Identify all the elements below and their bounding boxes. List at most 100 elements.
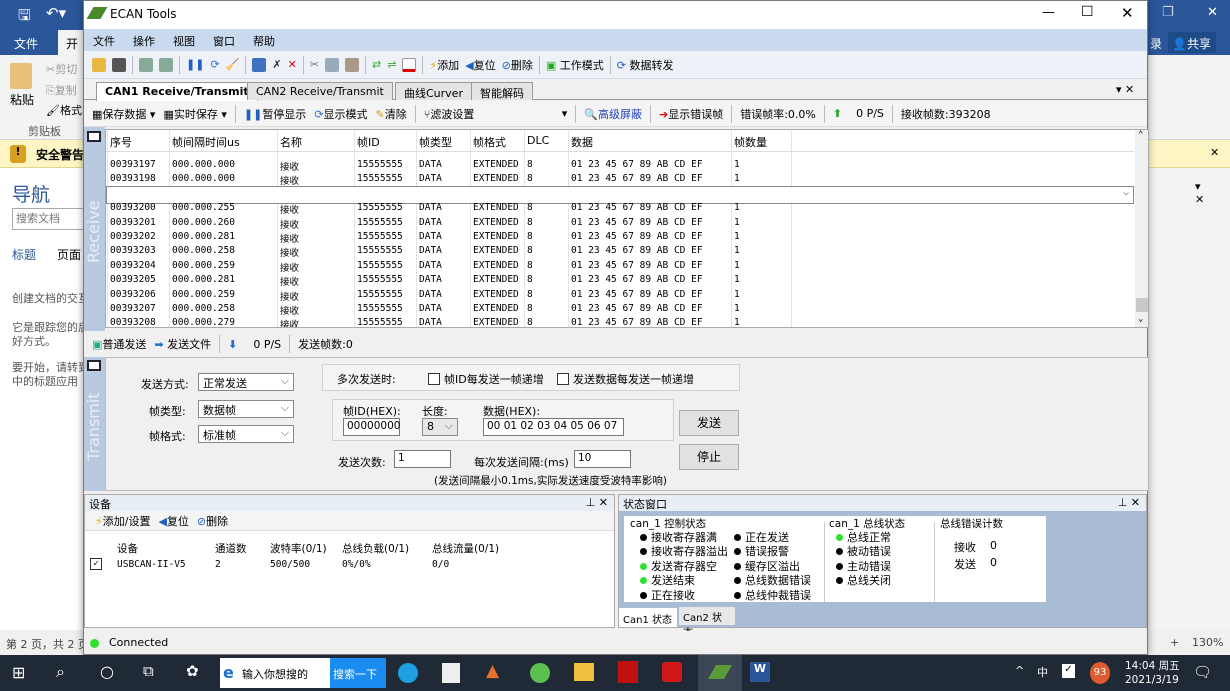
pause-icon[interactable]: ❚❚ xyxy=(186,58,204,71)
close-warning-icon[interactable]: ✕ xyxy=(1210,146,1219,159)
menu-operate[interactable]: 操作 xyxy=(124,29,164,49)
swap-icon[interactable]: ⇄ xyxy=(372,58,381,71)
taskbar-search-input[interactable]: e 输入你想搜的 xyxy=(220,658,330,688)
start-icon[interactable]: ⊞ xyxy=(12,663,25,682)
tab-partial[interactable]: 录 xyxy=(1150,35,1162,52)
display-mode-button[interactable]: ⟳显示模式 xyxy=(314,106,367,122)
delete-button[interactable]: ⊘删除 xyxy=(502,57,533,73)
close-button[interactable]: ✕ xyxy=(1121,4,1134,22)
app-icon[interactable]: ✿ xyxy=(186,662,199,680)
menu-window[interactable]: 窗口 xyxy=(204,29,244,49)
send-file-button[interactable]: ➡ 发送文件 xyxy=(154,336,211,352)
pane-controls[interactable]: ▾ ✕ xyxy=(1195,180,1204,206)
tools-icon[interactable]: ✗ xyxy=(272,58,281,71)
usb-icon[interactable]: ⇌ xyxy=(387,58,396,71)
table-row[interactable]: 00393203 000.000.258 接收 15555555 DATA EXTENDE… xyxy=(106,243,1134,259)
device-close-icon[interactable] xyxy=(159,57,173,72)
ecan-taskbar-icon[interactable] xyxy=(698,655,742,691)
filter-settings-button[interactable]: ⑂滤波设置 xyxy=(424,106,554,122)
nav-tab-headings[interactable]: 标题 xyxy=(12,246,36,263)
tray-expand-icon[interactable]: ^ xyxy=(1015,664,1024,677)
frame-id-input[interactable]: 00000000 xyxy=(343,418,400,436)
app-green-icon[interactable] xyxy=(530,663,550,683)
data-hex-input[interactable]: 00 01 02 03 04 05 06 07 xyxy=(483,418,624,436)
pdf-icon[interactable] xyxy=(618,661,638,683)
maximize-button[interactable]: ☐ xyxy=(1081,4,1094,20)
menu-view[interactable]: 视图 xyxy=(164,29,204,49)
paste-button[interactable]: 粘贴 xyxy=(10,91,34,108)
menu-help[interactable]: 帮助 xyxy=(244,29,284,49)
pin-close-icons[interactable]: ⊥ ✕ xyxy=(586,496,608,509)
device-icon[interactable] xyxy=(139,57,153,72)
data-increment-checkbox[interactable]: 发送数据每发送一帧递增 xyxy=(557,371,694,387)
scroll-thumb[interactable] xyxy=(1136,298,1148,312)
reset-button[interactable]: ◀复位 xyxy=(465,57,495,73)
clear-button[interactable]: ✎清除 xyxy=(376,106,407,122)
matlab-icon[interactable]: ▲ xyxy=(486,661,499,681)
column-header[interactable]: DLC xyxy=(527,134,549,147)
copy-icon[interactable] xyxy=(325,57,340,72)
restore-icon[interactable]: ❐ xyxy=(1162,5,1174,20)
column-header[interactable]: 帧格式 xyxy=(473,134,506,150)
cortana-icon[interactable]: ○ xyxy=(100,662,114,681)
frame-type-select[interactable]: 数据帧 xyxy=(198,400,294,418)
store-icon[interactable] xyxy=(442,663,460,683)
taskbar-search-button[interactable]: 搜索一下 xyxy=(330,658,386,688)
save-icon[interactable]: 🖫 xyxy=(18,5,31,30)
column-header[interactable]: 帧ID xyxy=(357,134,380,150)
paste-icon[interactable] xyxy=(345,57,360,72)
word-icon[interactable]: W xyxy=(750,662,770,682)
tray-badge[interactable]: 93 xyxy=(1090,662,1110,684)
tab-curve[interactable]: 曲线Curver xyxy=(395,82,472,100)
device-row[interactable]: ✓ USBCAN-II-V5 2 500/500 0%/0% 0/0 xyxy=(85,557,614,573)
show-error-frames-button[interactable]: ➔显示错误帧 xyxy=(659,106,723,122)
tab-can2[interactable]: CAN2 Receive/Transmit xyxy=(247,82,393,100)
explorer-icon[interactable] xyxy=(574,663,594,681)
close-icon[interactable]: ✕ xyxy=(1207,5,1218,20)
tab-menu-icon[interactable]: ▾ ✕ xyxy=(1116,83,1134,96)
cut-icon[interactable]: ✂ xyxy=(310,58,319,71)
table-row[interactable]: 00393200 000.000.255 接收 15555555 DATA EXTENDE… xyxy=(106,200,1134,216)
tab-file[interactable]: 文件 xyxy=(14,35,38,52)
send-button[interactable]: 发送 xyxy=(679,410,739,436)
scroll-down-icon[interactable]: ⌄ xyxy=(1138,314,1143,324)
table-row[interactable]: 00393207 000.000.258 接收 15555555 DATA EXTENDE… xyxy=(106,301,1134,317)
work-mode-button[interactable]: ▣ 工作模式 xyxy=(546,57,604,73)
advanced-mask-button[interactable]: 🔍高级屏蔽 xyxy=(584,106,642,122)
table-row[interactable]: 00393201 000.000.260 接收 15555555 DATA EXTENDE… xyxy=(106,215,1134,231)
column-header[interactable]: 帧数量 xyxy=(734,134,767,150)
table-row[interactable]: 00393208 000.000.279 接收 15555555 DATA EXTENDE… xyxy=(106,315,1134,327)
pause-display-button[interactable]: ❚❚暂停显示 xyxy=(244,106,306,122)
save-icon[interactable] xyxy=(112,57,126,72)
edge-icon[interactable] xyxy=(398,663,418,683)
vertical-scrollbar[interactable]: ⌃ ⌄ xyxy=(1135,130,1148,327)
frame-format-select[interactable]: 标准帧 xyxy=(198,425,294,443)
add-button[interactable]: ⚡添加 xyxy=(429,57,459,73)
ime-indicator[interactable]: 中 xyxy=(1037,664,1048,680)
paste-icon[interactable] xyxy=(10,63,32,89)
scroll-up-icon[interactable]: ⌃ xyxy=(1138,130,1143,140)
device-reset-button[interactable]: ◀复位 xyxy=(158,513,188,529)
format-painter-button[interactable]: 🖌格式 xyxy=(46,102,82,118)
column-header[interactable]: 名称 xyxy=(280,134,302,150)
task-view-icon[interactable]: ⧉ xyxy=(143,662,154,680)
open-icon[interactable] xyxy=(92,57,106,72)
notification-icon[interactable]: 🗨 xyxy=(1193,663,1212,681)
table-row[interactable]: 00393198 000.000.000 接收 15555555 DATA EXTENDE… xyxy=(106,171,1134,187)
undo-icon[interactable]: ↶▾ xyxy=(46,4,66,22)
table-row[interactable]: 00393202 000.000.281 接收 15555555 DATA EXTENDE… xyxy=(106,229,1134,245)
cut-button[interactable]: ✂剪切 xyxy=(46,61,77,77)
search-icon[interactable]: ⌕ xyxy=(56,662,65,682)
nav-tab-pages[interactable]: 页面 xyxy=(57,246,81,263)
pin-close-icons[interactable]: ⊥ ✕ xyxy=(1118,496,1140,509)
send-mode-select[interactable]: 正常发送 xyxy=(198,373,294,391)
delete-icon[interactable]: ✕ xyxy=(288,58,297,71)
window-icon[interactable] xyxy=(402,57,417,72)
stop-button[interactable]: 停止 xyxy=(679,444,739,470)
send-count-input[interactable]: 1 xyxy=(394,450,451,468)
tab-can1[interactable]: CAN1 Receive/Transmit xyxy=(96,82,258,101)
device-checkbox[interactable]: ✓ xyxy=(90,558,102,570)
table-row[interactable]: 00393205 000.000.281 接收 15555555 DATA EXTENDE… xyxy=(106,272,1134,288)
panel-toggle-icon[interactable] xyxy=(87,131,101,142)
table-row[interactable]: 00393197 000.000.000 接收 15555555 DATA EXTENDE… xyxy=(106,157,1134,173)
